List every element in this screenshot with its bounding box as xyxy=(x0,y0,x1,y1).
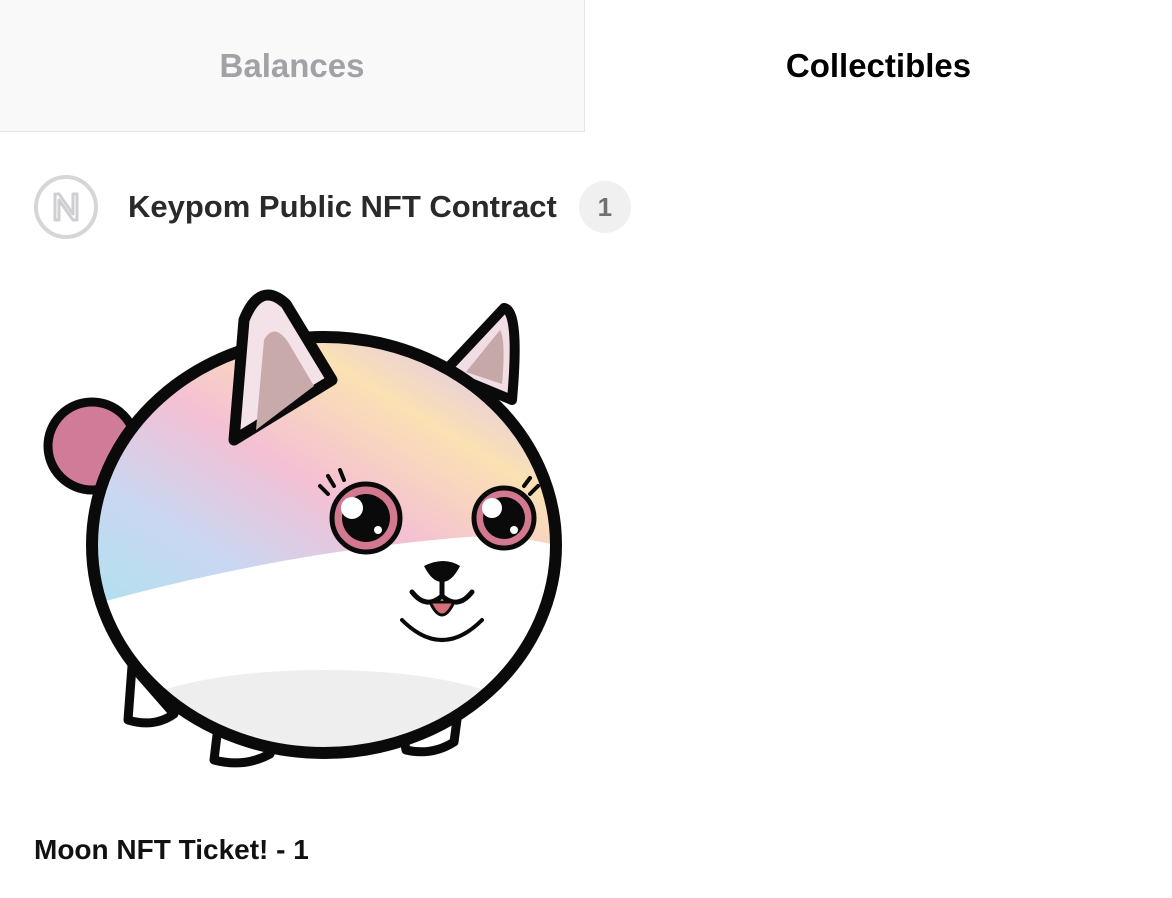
collection-count-badge: 1 xyxy=(578,181,631,233)
collection-name: Keypom Public NFT Contract xyxy=(128,189,557,224)
tab-balances[interactable]: Balances xyxy=(0,0,585,132)
wallet-tabs: Balances Collectibles xyxy=(0,0,1172,132)
near-logo-icon xyxy=(34,175,98,239)
nft-image xyxy=(43,289,562,768)
nft-card[interactable] xyxy=(34,280,574,780)
tab-collectibles[interactable]: Collectibles xyxy=(585,0,1172,132)
nft-title[interactable]: Moon NFT Ticket! - 1 xyxy=(34,834,309,866)
collection-header: Keypom Public NFT Contract 1 xyxy=(34,174,631,240)
